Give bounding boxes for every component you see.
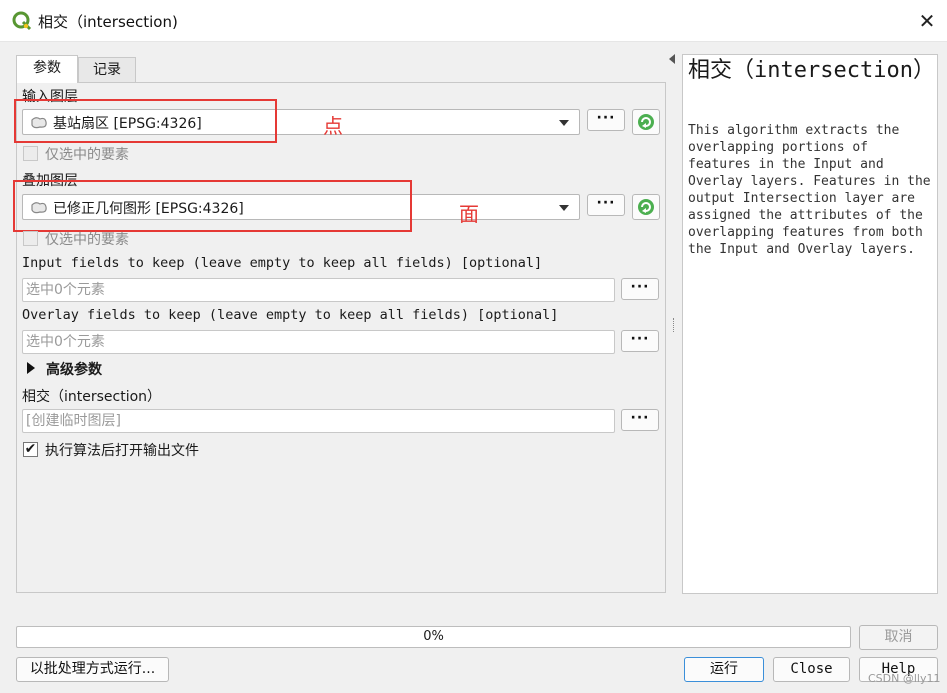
close-button[interactable]: Close (773, 657, 850, 682)
input-layer-iterate-button[interactable] (632, 109, 660, 135)
watermark: CSDN @lly11 (868, 672, 941, 685)
help-panel: 相交（intersection） This algorithm extracts… (682, 54, 938, 594)
overlay-layer-more-button[interactable]: ··· (587, 194, 625, 216)
input-selected-only-label: 仅选中的要素 (45, 147, 129, 163)
output-path-field[interactable]: [创建临时图层] (22, 409, 615, 433)
output-more-button[interactable]: ··· (621, 409, 659, 431)
tab-parameters[interactable]: 参数 (16, 55, 78, 83)
expand-arrow-icon[interactable] (27, 362, 35, 374)
progress-bar: 0% (16, 626, 851, 648)
cancel-button[interactable]: 取消 (859, 625, 938, 650)
iterate-icon (638, 199, 654, 215)
overlay-selected-only-label: 仅选中的要素 (45, 232, 129, 248)
overlay-fields-selector[interactable]: 选中0个元素 (22, 330, 615, 354)
open-output-label: 执行算法后打开输出文件 (45, 443, 199, 459)
input-fields-label: Input fields to keep (leave empty to kee… (22, 255, 543, 271)
overlay-selected-only-checkbox[interactable] (23, 231, 38, 246)
input-fields-selector[interactable]: 选中0个元素 (22, 278, 615, 302)
help-title: 相交（intersection） (688, 58, 935, 83)
overlay-layer-iterate-button[interactable] (632, 194, 660, 220)
title-bar: 相交（intersection) ✕ (0, 0, 947, 42)
overlay-fields-label: Overlay fields to keep (leave empty to k… (22, 307, 559, 323)
close-window-button[interactable]: ✕ (912, 7, 942, 35)
window-title: 相交（intersection) (38, 13, 178, 31)
input-layer-more-button[interactable]: ··· (587, 109, 625, 131)
chevron-down-icon[interactable] (559, 120, 569, 126)
open-output-checkbox[interactable]: ✔ (23, 442, 38, 457)
collapse-help-arrow-icon[interactable] (669, 54, 675, 64)
tab-log[interactable]: 记录 (78, 57, 136, 83)
input-fields-more-button[interactable]: ··· (621, 278, 659, 300)
input-selected-only-checkbox[interactable] (23, 146, 38, 161)
qgis-logo-icon (12, 11, 32, 31)
checkmark-icon: ✔ (24, 441, 37, 457)
advanced-parameters-toggle[interactable]: 高级参数 (46, 359, 102, 379)
annotation-box-overlay (13, 180, 412, 232)
annotation-point-label: 点 (323, 114, 343, 138)
run-batch-button[interactable]: 以批处理方式运行... (16, 657, 169, 682)
progress-text: 0% (423, 629, 444, 644)
iterate-icon (638, 114, 654, 130)
run-button[interactable]: 运行 (684, 657, 764, 682)
chevron-down-icon[interactable] (559, 205, 569, 211)
output-label: 相交（intersection） (22, 389, 162, 405)
overlay-fields-more-button[interactable]: ··· (621, 330, 659, 352)
annotation-box-input (14, 99, 277, 143)
annotation-polygon-label: 面 (459, 202, 479, 226)
help-description: This algorithm extracts the overlapping … (688, 123, 931, 257)
splitter-handle[interactable] (673, 318, 676, 332)
